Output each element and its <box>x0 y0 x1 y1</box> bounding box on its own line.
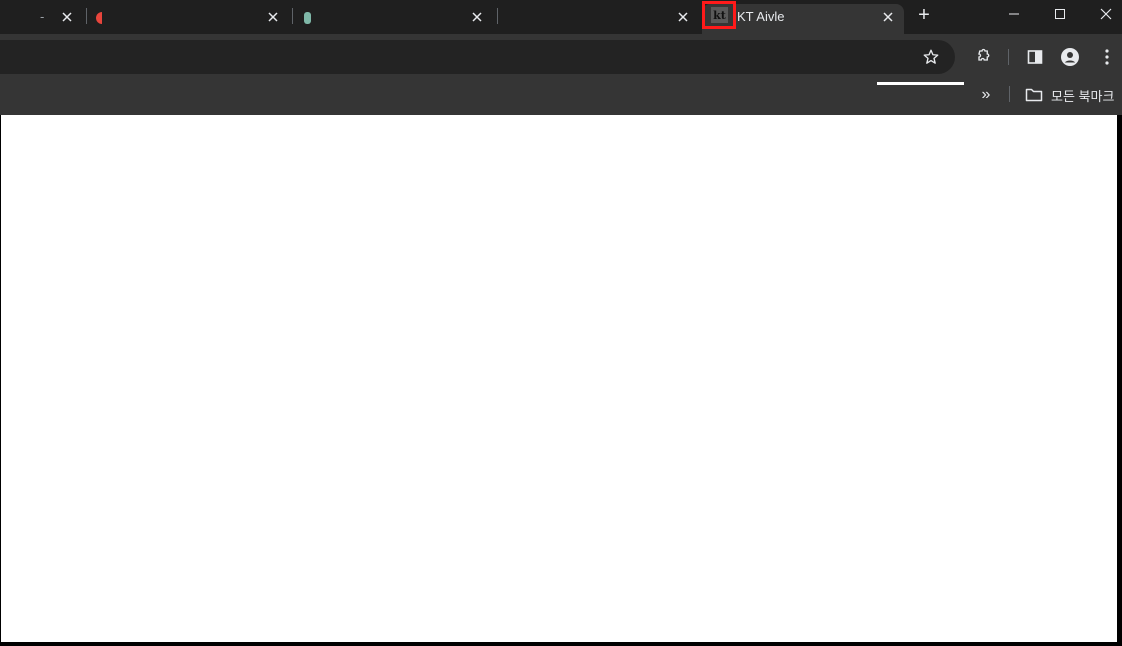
maximize-button[interactable] <box>1046 4 1074 24</box>
minimize-icon <box>1009 13 1019 15</box>
tab-2[interactable] <box>90 4 290 34</box>
highlight-box <box>702 1 736 29</box>
close-icon[interactable] <box>468 8 486 26</box>
toolbar-separator <box>1008 49 1009 65</box>
bookmark-underline <box>877 82 964 85</box>
all-bookmarks-label: 모든 북마크 <box>1051 88 1115 104</box>
maximize-icon <box>1055 9 1065 19</box>
tab-favicon-icon <box>96 10 112 26</box>
minimize-button[interactable] <box>1000 4 1028 24</box>
browser-window: - KT Aivle kt + » 모든 북마크 <box>0 0 1122 646</box>
bookmarks-separator <box>1009 86 1010 102</box>
menu-kebab-icon[interactable] <box>1095 45 1119 69</box>
bookmark-star-icon[interactable] <box>919 45 943 69</box>
all-bookmarks-button[interactable]: 모든 북마크 <box>1025 85 1114 105</box>
close-icon[interactable] <box>264 8 282 26</box>
close-icon[interactable] <box>58 8 76 26</box>
tab-separator <box>497 8 498 24</box>
tab-title: - <box>40 9 45 24</box>
address-bar[interactable] <box>0 40 955 74</box>
profile-icon[interactable] <box>1058 45 1082 69</box>
tab-separator <box>86 8 87 24</box>
tab-1[interactable]: - <box>0 4 84 34</box>
tab-title: KT Aivle <box>737 9 785 24</box>
extensions-icon[interactable] <box>970 45 994 69</box>
close-icon[interactable] <box>879 8 897 26</box>
tab-4[interactable] <box>500 4 700 34</box>
tab-strip: - KT Aivle kt + <box>0 0 1122 34</box>
side-panel-icon[interactable] <box>1023 45 1047 69</box>
bookmarks-bar: » 모든 북마크 <box>0 74 1122 115</box>
folder-icon <box>1025 88 1043 102</box>
close-icon[interactable] <box>674 8 692 26</box>
close-window-button[interactable] <box>1092 4 1120 24</box>
new-tab-button[interactable]: + <box>914 5 934 25</box>
tab-favicon-icon <box>302 10 318 26</box>
bookmarks-overflow-button[interactable]: » <box>976 85 996 105</box>
close-window-icon <box>1100 8 1112 20</box>
toolbar <box>0 34 1122 74</box>
page-content <box>1 115 1117 642</box>
tab-separator <box>292 8 293 24</box>
tab-3[interactable] <box>296 4 496 34</box>
